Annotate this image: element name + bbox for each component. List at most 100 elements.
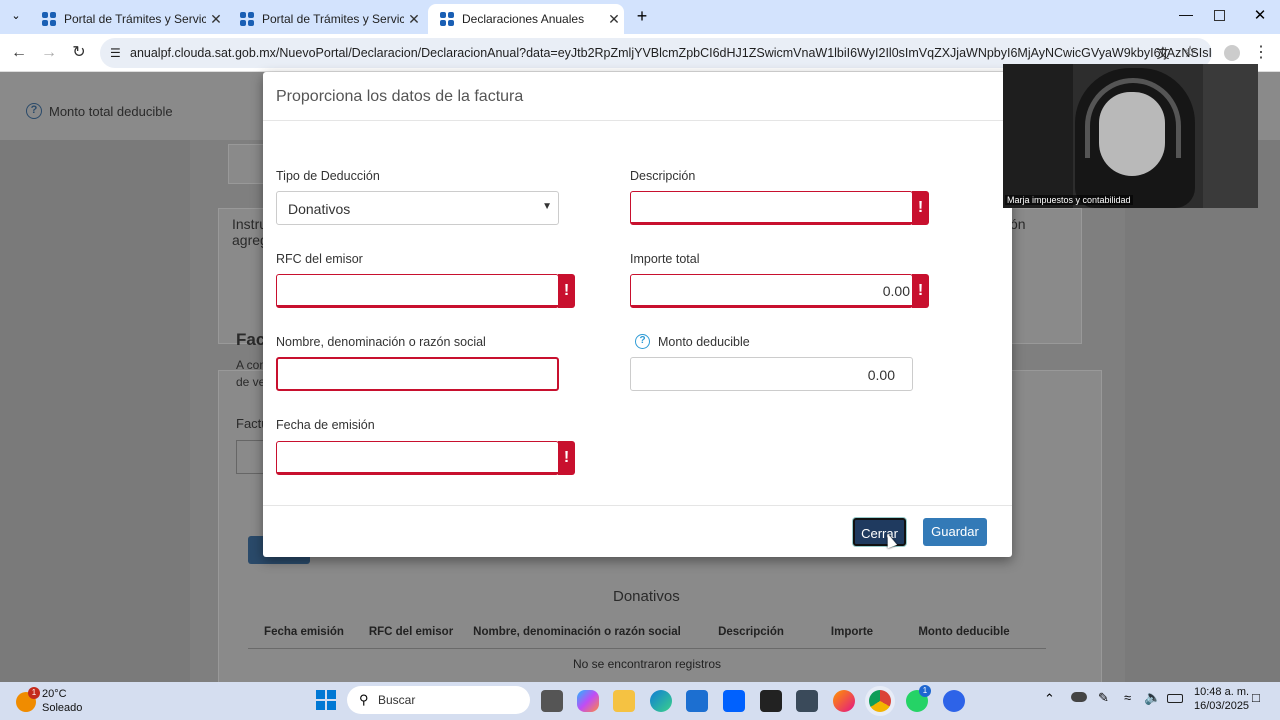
help-icon[interactable]: ? [635,334,650,349]
error-icon: ! [912,274,929,308]
sat-favicon-icon [440,12,454,26]
table-empty-message: No se encontraron registros [572,657,722,671]
table-header-cell[interactable]: Descripción [692,626,810,638]
fecha-label: Fecha de emisión [276,418,375,432]
search-icon: ⚲ [359,692,369,707]
webcam-caption: Marja impuestos y contabilidad [1005,195,1133,205]
cerrar-button[interactable]: Cerrar [853,518,906,546]
table-header-cell[interactable]: Fecha emisión [248,626,360,638]
notifications-icon[interactable]: □ [1252,690,1260,705]
search-placeholder: Buscar [378,693,416,707]
sat-favicon-icon [240,12,254,26]
browser-menu-icon[interactable]: ⋮ [1250,42,1272,64]
firefox-icon[interactable] [833,690,855,712]
bg-text: A con [236,358,267,372]
error-icon: ! [912,191,929,225]
bg-input [236,440,266,474]
monto-deducible-label: Monto deducible [658,335,750,349]
table-header-cell[interactable]: Nombre, denominación o razón social [462,626,692,638]
task-view-icon[interactable] [541,690,563,712]
close-tab-icon[interactable]: ✕ [604,11,624,28]
webcam-overlay: Marja impuestos y contabilidad [1003,64,1258,208]
donativos-table-title: Donativos [613,588,680,605]
table-header-cell[interactable]: RFC del emisor [360,626,462,638]
table-header-cell[interactable]: Monto deducible [894,626,1034,638]
volume-icon[interactable]: 🔈 [1144,689,1161,706]
weather-widget[interactable]: 1 20°C Soleado [10,685,100,717]
monto-deducible-input: 0.00 [630,357,913,391]
webcam-background [1203,64,1258,208]
nombre-input[interactable] [276,357,559,391]
close-tab-icon[interactable]: ✕ [206,11,226,28]
importe-input[interactable]: 0.00 [630,274,913,308]
minimize-icon[interactable]: — [1176,6,1196,22]
error-icon: ! [558,274,575,308]
zoom-icon[interactable] [943,690,965,712]
forward-icon[interactable]: → [38,42,60,64]
modal-footer: Cerrar Guardar [263,505,1012,557]
pen-icon[interactable]: ✎ [1098,690,1109,706]
file-explorer-icon[interactable] [613,690,635,712]
rfc-input[interactable] [276,274,559,308]
chevron-down-icon: ▼ [542,201,552,212]
onedrive-icon[interactable] [1071,692,1087,702]
descripcion-input[interactable] [630,191,913,225]
webcam-background [1003,64,1073,208]
taskbar-search[interactable]: ⚲ Buscar [347,686,530,714]
wifi-icon[interactable]: ≈ [1124,690,1131,705]
whatsapp-icon[interactable]: 1 [906,685,931,712]
sat-favicon-icon [42,12,56,26]
dropbox-icon[interactable] [723,690,745,712]
tab-list-icon[interactable]: ⌄ [6,9,26,25]
tab-title: Portal de Trámites y Servicios de [64,12,206,26]
table-header-cell[interactable]: Importe [810,626,894,638]
bg-text: de ve [236,375,266,389]
back-icon[interactable]: ← [8,42,30,64]
tab-title: Portal de Trámites y Servicios de [262,12,404,26]
weather-badge: 1 [28,687,40,699]
error-icon: ! [558,441,575,475]
monto-total-label: Monto total deducible [49,104,173,119]
edge-icon[interactable] [650,690,672,712]
help-icon[interactable]: ? [26,103,42,119]
clock-date[interactable]: 16/03/2025 [1194,700,1249,712]
invoice-modal: Proporciona los datos de la factura Tipo… [263,72,1012,557]
reload-icon[interactable]: ↻ [68,42,90,64]
table-header-row: Fecha emisión RFC del emisor Nombre, den… [248,615,1046,649]
browser-tab-2[interactable]: Portal de Trámites y Servicios de ✕ [228,4,424,34]
guardar-button[interactable]: Guardar [923,518,987,546]
windows-start-icon[interactable] [316,690,336,710]
tipo-deduccion-select[interactable]: Donativos ▼ [276,191,559,225]
browser-tab-3-active[interactable]: Declaraciones Anuales ✕ [428,4,624,34]
importe-value: 0.00 [882,283,910,299]
site-info-icon[interactable]: ☰ [110,38,121,68]
monto-deducible-value: 0.00 [867,367,895,383]
tab-title: Declaraciones Anuales [462,12,585,26]
clock-time[interactable]: 10:48 a. m. [1194,686,1249,698]
copilot-icon[interactable] [577,690,599,712]
fecha-input[interactable] [276,441,559,475]
store-icon[interactable] [686,690,708,712]
tipo-deduccion-label: Tipo de Deducción [276,169,380,183]
close-tab-icon[interactable]: ✕ [404,11,424,28]
profile-icon[interactable] [1221,42,1243,64]
importe-label: Importe total [630,252,700,266]
close-window-icon[interactable]: ✕ [1250,6,1270,24]
bookmark-star-icon[interactable]: ☆ [1179,42,1201,64]
app-icon[interactable] [760,690,782,712]
browser-tab-1[interactable]: Portal de Trámites y Servicios de ✕ [30,4,226,34]
battery-icon[interactable] [1167,694,1183,703]
calculator-icon[interactable] [796,690,818,712]
bg-text: Instru [232,216,268,232]
chrome-icon[interactable] [869,690,891,712]
rfc-label: RFC del emisor [276,252,363,266]
url-text: anualpf.clouda.sat.gob.mx/NuevoPortal/De… [130,46,1212,60]
taskbar: 1 20°C Soleado ⚲ Buscar 1 ⌃ ✎ ≈ 🔈 10:48 … [0,682,1280,720]
browser-tab-strip: ⌄ Portal de Trámites y Servicios de ✕ Po… [0,0,1280,34]
new-tab-icon[interactable]: + [632,6,652,26]
restore-icon[interactable] [1214,10,1225,21]
translate-icon[interactable]: 文 [1152,43,1174,65]
modal-title: Proporciona los datos de la factura [263,72,1012,121]
descripcion-label: Descripción [630,169,696,183]
show-hidden-icons[interactable]: ⌃ [1044,691,1055,707]
